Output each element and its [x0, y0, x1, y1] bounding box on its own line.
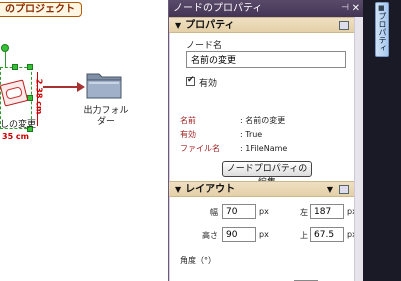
node-label: しの変更: [0, 120, 37, 130]
properties-tab-icon: ■: [378, 4, 385, 12]
collapse-triangle-icon[interactable]: ▼: [175, 185, 181, 194]
width-label: 幅: [210, 208, 218, 217]
node-name-label: ノード名: [186, 41, 223, 51]
angle-label: 角度（°）: [180, 256, 216, 265]
output-folder-label: 出力フォル ダー: [83, 106, 129, 127]
properties-dock-tab-label: プロパティ: [378, 12, 387, 52]
vertical-dimension-text: 2.38 cm: [34, 78, 44, 115]
properties-dock-tab[interactable]: ■ プロパティ: [375, 2, 389, 57]
workflow-canvas[interactable]: のプロジェクト しの変更 2.38 cm 35 cm 出力フォル ダー: [0, 0, 168, 281]
panel-titlebar: ノードのプロパティ ⊣ ✕: [169, 0, 363, 17]
right-dock-strip: ■ プロパティ: [363, 0, 401, 281]
resize-handle-top[interactable]: [12, 64, 18, 70]
width-unit: px: [259, 207, 269, 216]
enabled-label: 有効: [199, 79, 218, 89]
edit-node-properties-button[interactable]: ノードプロパティの編集: [222, 161, 312, 188]
resize-handle-top-right[interactable]: [27, 64, 33, 70]
info-value: : 1FileName: [240, 144, 288, 153]
checkmark-icon: ✔: [187, 75, 195, 85]
rotation-handle-line: [5, 52, 6, 67]
rename-glyph: [5, 86, 23, 100]
node-name-input[interactable]: [186, 51, 346, 68]
properties-section-title: プロパティ: [185, 20, 235, 31]
width-input[interactable]: [222, 204, 256, 219]
layout-section-header[interactable]: ▼ レイアウト ▼: [169, 181, 363, 197]
info-key: ファイル名: [180, 144, 220, 153]
pin-icon[interactable]: ⊣: [341, 0, 349, 17]
panel-scrollbar[interactable]: [354, 17, 363, 281]
connector-arrow-icon: [77, 82, 85, 92]
height-input[interactable]: [222, 227, 256, 242]
horizontal-dimension-text: 35 cm: [2, 132, 29, 141]
layout-section-title: レイアウト: [185, 184, 236, 195]
properties-section-header[interactable]: ▼ プロパティ: [169, 17, 363, 33]
node-properties-panel: ノードのプロパティ ⊣ ✕ ▼ プロパティ ノード名 ✔ 有効 名前 : 名前の変更…: [168, 0, 363, 281]
properties-section-body: ノード名 ✔ 有効 名前 : 名前の変更 有効 : True ファイル名 : 1Fil…: [169, 33, 363, 188]
collapse-triangle-icon[interactable]: ▼: [175, 21, 181, 30]
enabled-checkbox[interactable]: ✔: [186, 75, 195, 86]
layout-section-body: 幅 px 高さ px 左 px 上 px 角度（°）: [169, 197, 363, 281]
connector-line[interactable]: [43, 86, 79, 88]
info-value: : True: [240, 130, 263, 139]
info-key: 名前: [180, 116, 196, 125]
output-folder-icon[interactable]: [85, 68, 125, 102]
info-row-enabled: 有効 : True: [180, 129, 262, 140]
panel-title: ノードのプロパティ: [173, 3, 263, 14]
section-options-icon[interactable]: [339, 21, 349, 30]
top-label: 上: [300, 231, 308, 240]
vertical-dimension: 2.38 cm: [33, 72, 43, 126]
document-tab[interactable]: のプロジェクト: [0, 2, 82, 17]
rotation-handle[interactable]: [1, 44, 9, 52]
top-input[interactable]: [310, 227, 344, 242]
info-row-name: 名前 : 名前の変更: [180, 115, 285, 126]
dropdown-icon[interactable]: ▼: [327, 182, 333, 197]
info-value: : 名前の変更: [240, 116, 286, 125]
info-key: 有効: [180, 130, 196, 139]
section-options-icon[interactable]: [339, 185, 349, 194]
left-input[interactable]: [310, 204, 344, 219]
info-row-filename: ファイル名 : 1FileName: [180, 143, 287, 154]
height-label: 高さ: [202, 231, 218, 240]
close-icon[interactable]: ✕: [352, 0, 360, 17]
left-label: 左: [300, 208, 308, 217]
height-unit: px: [259, 230, 269, 239]
